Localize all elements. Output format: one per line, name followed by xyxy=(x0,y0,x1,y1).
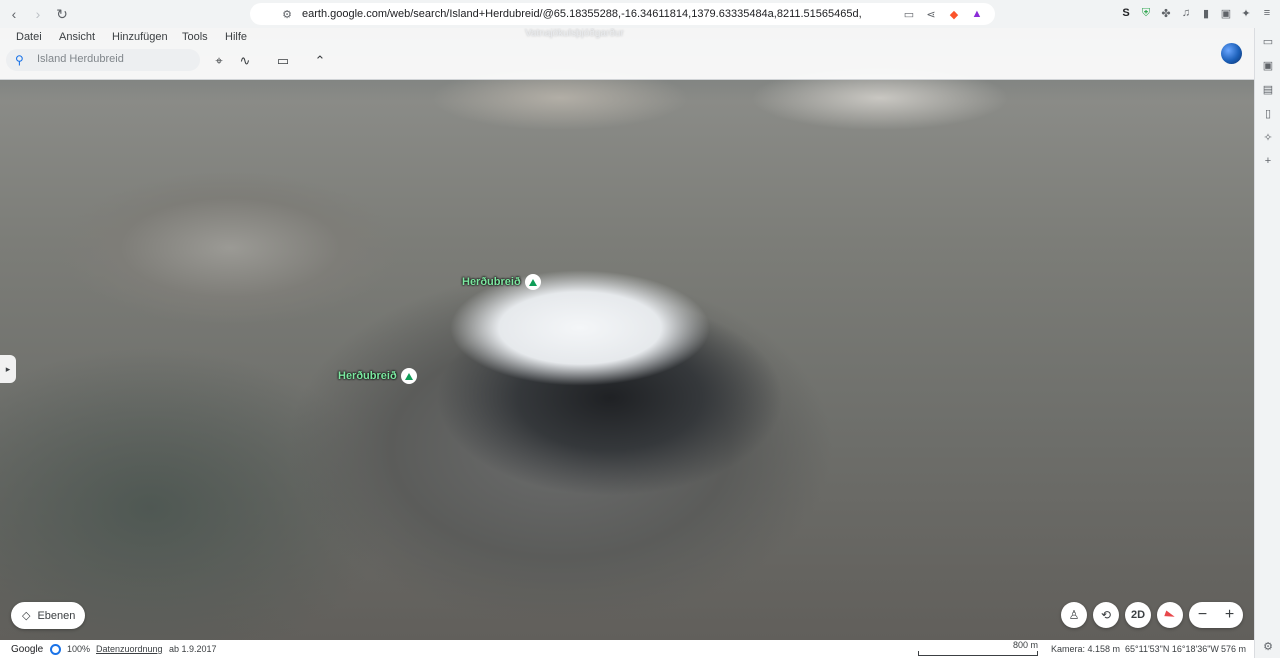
forward-icon[interactable]: › xyxy=(28,4,48,24)
pegman-button[interactable]: ♙ xyxy=(1061,602,1087,628)
rewards-icon[interactable]: ▲ xyxy=(970,7,984,21)
pegman-icon: ♙ xyxy=(1068,608,1080,622)
loading-percent: 100% xyxy=(67,644,91,654)
wallet-icon[interactable]: ▣ xyxy=(1219,6,1233,20)
search-placeholder: Island Herdubreid xyxy=(37,53,124,65)
scale-label: 800 m xyxy=(1013,640,1039,650)
layers-icon: ◇ xyxy=(22,610,31,622)
sidebar-settings-icon[interactable]: ⚙ xyxy=(1261,639,1275,653)
map-view[interactable] xyxy=(0,28,1254,640)
scale-bar xyxy=(918,651,1038,656)
menu-ansicht[interactable]: Ansicht xyxy=(59,31,95,43)
menu-tools[interactable]: Tools xyxy=(182,31,208,43)
loading-ring-icon xyxy=(50,644,61,655)
extension-s-icon[interactable]: S xyxy=(1119,6,1133,20)
back-icon[interactable]: ‹ xyxy=(4,4,24,24)
imagery-date: ab 1.9.2017 xyxy=(169,644,217,654)
browser-sidebar: ▭ ▣ ▤ ▯ ✧ + ⚙ xyxy=(1254,28,1280,658)
sidebar-reading-icon[interactable]: ▤ xyxy=(1261,82,1275,96)
menu-icon[interactable]: ≡ xyxy=(1260,6,1274,20)
compass-icon xyxy=(1164,610,1176,620)
mountain-icon xyxy=(524,274,541,290)
app-header: Datei Ansicht Hinzufügen Tools Hilfe Vat… xyxy=(0,28,1254,80)
2d-label: 2D xyxy=(1130,609,1146,621)
placemark-icon[interactable]: ⌖ xyxy=(210,52,228,70)
path-icon[interactable]: ∿ xyxy=(236,52,254,70)
place-label-text: Herðubreið xyxy=(338,370,397,382)
collapse-toolbar-icon[interactable]: ⌃ xyxy=(311,52,329,70)
search-input[interactable]: ⚲ Island Herdubreid xyxy=(6,49,200,71)
menu-datei[interactable]: Datei xyxy=(16,31,42,43)
brave-shield-icon[interactable]: ◆ xyxy=(947,7,961,21)
extensions-icon[interactable]: ✤ xyxy=(1159,6,1173,20)
mountain-icon xyxy=(400,368,417,384)
measure-icon[interactable]: ▭ xyxy=(274,52,292,70)
install-icon[interactable]: ▭ xyxy=(902,7,916,21)
rotate-icon: ⟲ xyxy=(1100,608,1112,622)
music-icon[interactable]: ♫ xyxy=(1179,6,1193,20)
chevron-right-icon: ▸ xyxy=(5,363,11,374)
browser-toolbar: ‹ › ↻ ▯ ⚙ earth.google.com/web/search/Is… xyxy=(0,0,1280,28)
search-icon: ⚲ xyxy=(15,53,24,67)
camera-altitude: Kamera: 4.158 m xyxy=(1051,644,1121,654)
2d-toggle-button[interactable]: 2D xyxy=(1125,602,1151,628)
compass-button[interactable] xyxy=(1157,602,1183,628)
url-text[interactable]: earth.google.com/web/search/Island+Herdu… xyxy=(302,8,862,20)
reset-tilt-button[interactable]: ⟲ xyxy=(1093,602,1119,628)
place-label-summit[interactable]: Herðubreið xyxy=(462,274,541,290)
layers-label: Ebenen xyxy=(37,609,76,622)
leo-icon[interactable]: ✦ xyxy=(1239,6,1253,20)
address-bar[interactable]: ⚙ earth.google.com/web/search/Island+Her… xyxy=(250,3,995,25)
sidebar-bookmarks-icon[interactable]: ▯ xyxy=(1261,106,1275,120)
menu-hinzufuegen[interactable]: Hinzufügen xyxy=(112,31,168,43)
zoom-out-button[interactable]: − xyxy=(1198,606,1207,624)
status-bar: Google 100% Datenzuordnung ab 1.9.2017 8… xyxy=(0,640,1254,658)
attribution-link[interactable]: Datenzuordnung xyxy=(96,644,163,654)
sidebar-add-icon[interactable]: + xyxy=(1261,154,1275,168)
sidebar-tab-icon[interactable]: ▭ xyxy=(1261,34,1275,48)
menu-hilfe[interactable]: Hilfe xyxy=(225,31,247,43)
layers-button[interactable]: ◇ Ebenen xyxy=(11,602,85,629)
place-label-slope[interactable]: Herðubreið xyxy=(338,368,417,384)
elevation: 576 m xyxy=(1221,644,1247,654)
share-icon[interactable]: ⋖ xyxy=(924,7,938,21)
site-settings-icon[interactable]: ⚙ xyxy=(280,7,294,21)
shield-check-icon[interactable]: ⛨ xyxy=(1139,6,1153,20)
earth-app: Datei Ansicht Hinzufügen Tools Hilfe Vat… xyxy=(0,28,1254,658)
reload-icon[interactable]: ↻ xyxy=(52,4,72,24)
place-label-text: Herðubreið xyxy=(462,276,521,288)
sidebar-icon[interactable]: ▮ xyxy=(1199,6,1213,20)
sidebar-leo-icon[interactable]: ✧ xyxy=(1261,130,1275,144)
zoom-in-button[interactable]: + xyxy=(1225,606,1234,624)
map-watermark-label: Vatnajökulsþjóðgarður xyxy=(525,28,624,39)
account-avatar[interactable] xyxy=(1221,43,1242,64)
zoom-control: − + xyxy=(1189,602,1243,628)
google-logo: Google xyxy=(11,643,44,655)
coordinates: 65°11'53"N 16°18'36"W xyxy=(1125,644,1219,654)
sidebar-wallet-icon[interactable]: ▣ xyxy=(1261,58,1275,72)
side-panel-toggle[interactable]: ▸ xyxy=(0,355,16,383)
